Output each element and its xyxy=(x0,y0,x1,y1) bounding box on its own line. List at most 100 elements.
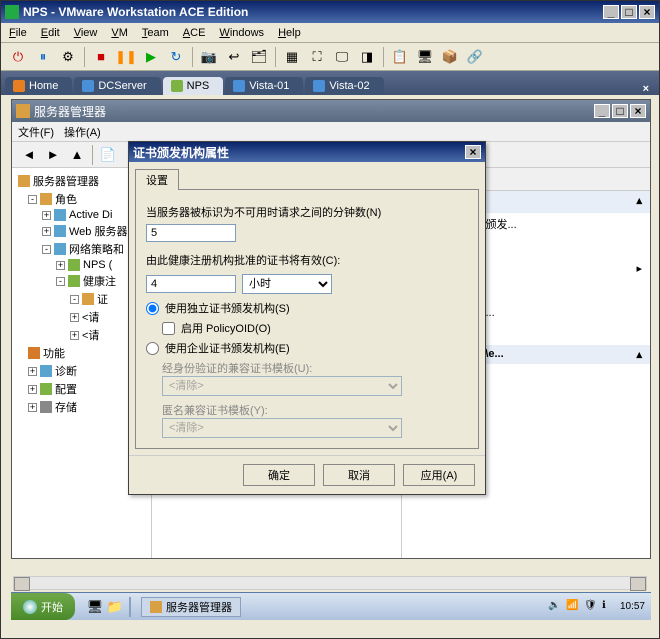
dialog-titlebar[interactable]: 证书颁发机构属性 × xyxy=(129,142,485,162)
tab-dcserver-label: DCServer xyxy=(98,80,146,92)
cancel-button[interactable]: 取消 xyxy=(323,464,395,486)
diagnostics-icon xyxy=(40,365,52,377)
taskbar-server-manager[interactable]: 服务器管理器 xyxy=(141,597,241,617)
revert-button[interactable]: ↩ xyxy=(223,46,245,68)
snapshot-button[interactable]: 📷 xyxy=(198,46,220,68)
quickswitch-button[interactable]: 🖵 xyxy=(331,46,353,68)
sidebar-button[interactable]: ▦ xyxy=(281,46,303,68)
radio-standalone[interactable] xyxy=(146,302,159,315)
reset-button[interactable]: ↻ xyxy=(165,46,187,68)
maximize-button[interactable]: □ xyxy=(621,5,637,19)
sm-close-button[interactable]: × xyxy=(630,104,646,118)
console-button[interactable]: 🖥 xyxy=(414,46,436,68)
menu-vm[interactable]: VM xyxy=(111,27,128,39)
expand-icon[interactable]: + xyxy=(28,367,37,376)
expand-icon[interactable]: + xyxy=(28,403,37,412)
tab-nps-label: NPS xyxy=(187,80,210,92)
expand-icon[interactable]: + xyxy=(42,227,51,236)
menu-ace[interactable]: ACE xyxy=(183,27,206,39)
close-button[interactable]: × xyxy=(639,5,655,19)
minutes-input[interactable] xyxy=(146,224,236,242)
tab-vista02-label: Vista-02 xyxy=(329,80,369,92)
vm-icon xyxy=(313,80,325,92)
menu-view[interactable]: View xyxy=(74,27,98,39)
forward-button[interactable]: ► xyxy=(42,144,64,166)
duration-input[interactable] xyxy=(146,275,236,293)
ok-button[interactable]: 确定 xyxy=(243,464,315,486)
snapshot-mgr-button[interactable]: 🗂 xyxy=(248,46,270,68)
home-icon xyxy=(13,80,25,92)
expand-icon[interactable]: + xyxy=(70,331,79,340)
tab-vista02[interactable]: Vista-02 xyxy=(305,77,383,95)
tray-info-icon[interactable]: ℹ xyxy=(602,600,616,614)
power-off-button[interactable]: ⏻ xyxy=(7,46,29,68)
tray-sound-icon[interactable]: 🔉 xyxy=(548,600,562,614)
server-manager-icon xyxy=(16,104,30,118)
storage-icon xyxy=(40,401,52,413)
dialog-close-button[interactable]: × xyxy=(465,145,481,159)
settings-button[interactable]: ⚙ xyxy=(57,46,79,68)
apply-button[interactable]: 应用(A) xyxy=(403,464,475,486)
collapse-icon[interactable]: - xyxy=(56,277,65,286)
horizontal-scrollbar[interactable] xyxy=(13,576,647,590)
unity-button[interactable]: ◨ xyxy=(356,46,378,68)
collapse-icon[interactable]: - xyxy=(42,245,51,254)
collapse-icon[interactable]: - xyxy=(28,195,37,204)
quicklaunch-desktop[interactable]: 🖥 xyxy=(85,596,105,618)
sm-minimize-button[interactable]: _ xyxy=(594,104,610,118)
tab-nps[interactable]: NPS xyxy=(163,77,224,95)
fullscreen-button[interactable]: ⛶ xyxy=(306,46,328,68)
folder-icon xyxy=(40,193,52,205)
sm-maximize-button[interactable]: □ xyxy=(612,104,628,118)
up-button[interactable]: ▲ xyxy=(66,144,88,166)
summary-button[interactable]: 📋 xyxy=(389,46,411,68)
stop-button[interactable]: ■ xyxy=(90,46,112,68)
close-tab-button[interactable]: × xyxy=(637,83,655,95)
tab-dcserver[interactable]: DCServer xyxy=(74,77,160,95)
vmware-toolbar: ⏻ ⏸ ⚙ ■ ❚❚ ▶ ↻ 📷 ↩ 🗂 ▦ ⛶ 🖵 ◨ 📋 🖥 📦 🔗 xyxy=(1,43,659,71)
menu-help[interactable]: Help xyxy=(278,27,301,39)
menu-file[interactable]: File xyxy=(9,27,27,39)
expand-icon[interactable]: + xyxy=(42,211,51,220)
expand-icon[interactable]: + xyxy=(70,313,79,322)
cert-icon xyxy=(82,293,94,305)
functions-icon xyxy=(28,347,40,359)
menu-edit[interactable]: Edit xyxy=(41,27,60,39)
expand-icon[interactable]: + xyxy=(28,385,37,394)
menu-windows[interactable]: Windows xyxy=(219,27,264,39)
auth-template-select: <清除> xyxy=(162,376,402,396)
start-button[interactable]: 开始 xyxy=(11,593,75,620)
suspend-button[interactable]: ⏸ xyxy=(32,46,54,68)
properties-button[interactable]: 📄 xyxy=(97,144,119,166)
minimize-button[interactable]: _ xyxy=(603,5,619,19)
appliance-button[interactable]: 📦 xyxy=(439,46,461,68)
server-icon xyxy=(18,175,30,187)
tray-clock[interactable]: 10:57 xyxy=(620,601,645,612)
expand-icon[interactable]: + xyxy=(56,261,65,270)
role-icon xyxy=(54,209,66,221)
radio-standalone-label: 使用独立证书颁发机构(S) xyxy=(165,300,290,316)
collapse-icon[interactable]: - xyxy=(70,295,79,304)
sm-menu-file[interactable]: 文件(F) xyxy=(18,124,54,140)
tab-home[interactable]: Home xyxy=(5,77,72,95)
tray-network-icon[interactable]: 📶 xyxy=(566,600,580,614)
vm-icon xyxy=(233,80,245,92)
tab-settings[interactable]: 设置 xyxy=(135,169,179,190)
sm-menu-action[interactable]: 操作(A) xyxy=(64,124,101,140)
health-icon xyxy=(68,275,80,287)
play-button[interactable]: ▶ xyxy=(140,46,162,68)
vmware-titlebar: NPS - VMware Workstation ACE Edition _ □… xyxy=(1,1,659,23)
start-label: 开始 xyxy=(41,599,63,615)
taskbar: 开始 🖥 📁 服务器管理器 🔉 📶 🛡 ℹ 10:57 xyxy=(11,592,651,620)
tab-vista01[interactable]: Vista-01 xyxy=(225,77,303,95)
back-button[interactable]: ◄ xyxy=(18,144,40,166)
quicklaunch-explorer[interactable]: 📁 xyxy=(105,596,125,618)
tray-shield-icon[interactable]: 🛡 xyxy=(584,600,598,614)
menu-team[interactable]: Team xyxy=(142,27,169,39)
pause-button[interactable]: ❚❚ xyxy=(115,46,137,68)
vmrc-button[interactable]: 🔗 xyxy=(464,46,486,68)
checkbox-policyoid[interactable] xyxy=(162,322,175,335)
radio-enterprise[interactable] xyxy=(146,342,159,355)
duration-unit-select[interactable]: 小时 xyxy=(242,274,332,294)
chevron-right-icon: ▸ xyxy=(636,262,642,275)
